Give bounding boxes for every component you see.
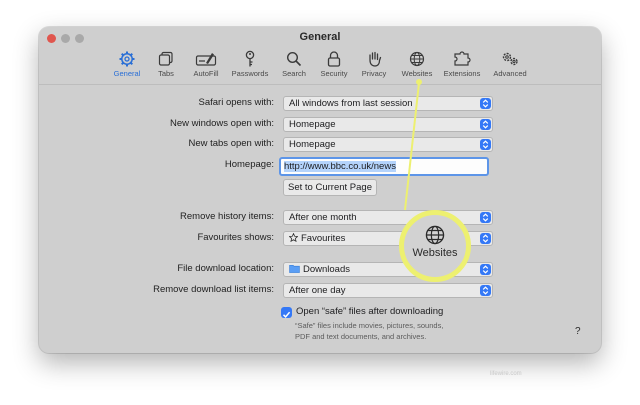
callout-label: Websites	[412, 247, 458, 259]
globe-icon	[425, 225, 445, 245]
callout-pointer-line	[404, 79, 422, 211]
safari-preferences-window: General General Tabs AutoFill Passwords …	[39, 27, 601, 353]
watermark: lifewire.com	[490, 371, 522, 377]
websites-callout: Websites	[399, 210, 471, 282]
